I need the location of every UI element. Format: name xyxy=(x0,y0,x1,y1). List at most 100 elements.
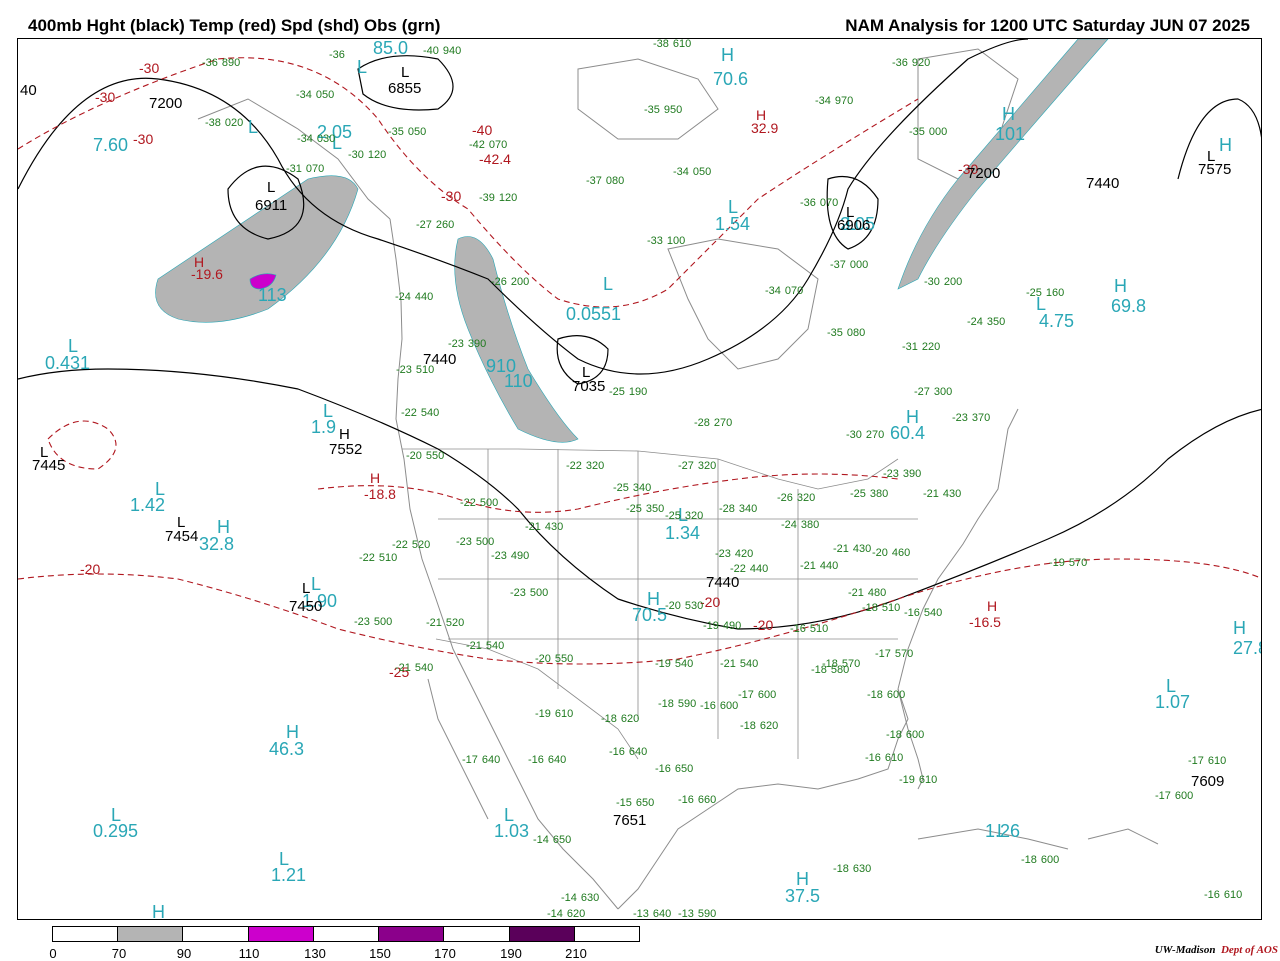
obs-temperature: -19 xyxy=(535,708,551,720)
obs-temperature: -18 xyxy=(833,863,849,875)
obs-height: 640 xyxy=(547,754,567,766)
map-center-label: H xyxy=(721,45,734,65)
station-obs: -21 520 xyxy=(426,618,464,629)
colorbar-segment xyxy=(118,927,184,941)
map-center-label: 7454 xyxy=(165,528,199,545)
obs-height: 270 xyxy=(713,417,733,429)
obs-height: 070 xyxy=(784,285,804,297)
obs-temperature: -26 xyxy=(491,276,507,288)
obs-temperature: -17 xyxy=(1155,790,1171,802)
map-center-label: 7.60 xyxy=(93,135,129,155)
map-center-label: -20 xyxy=(753,617,774,633)
obs-height: 080 xyxy=(605,175,625,187)
obs-temperature: -13 xyxy=(633,908,649,920)
obs-temperature: -30 xyxy=(348,149,364,161)
map-center-label: 7445 xyxy=(32,457,66,474)
station-obs: -23 500 xyxy=(354,617,392,628)
station-obs: -28 340 xyxy=(719,504,757,515)
colorbar-segment xyxy=(379,927,445,941)
station-obs: -23 510 xyxy=(396,365,434,376)
obs-temperature: -20 xyxy=(665,600,681,612)
obs-temperature: -16 xyxy=(790,623,806,635)
obs-temperature: -14 xyxy=(561,892,577,904)
obs-temperature: -28 xyxy=(719,503,735,515)
station-obs: -18 620 xyxy=(601,714,639,725)
obs-temperature: -21 xyxy=(426,617,442,629)
obs-height: 340 xyxy=(738,503,758,515)
obs-temperature: -18 xyxy=(740,720,756,732)
obs-temperature: -17 xyxy=(738,689,754,701)
map-center-label: 1.03 xyxy=(494,821,530,841)
obs-temperature: -21 xyxy=(833,543,849,555)
obs-temperature: -21 xyxy=(800,560,816,572)
obs-height: 540 xyxy=(485,640,505,652)
obs-height: 430 xyxy=(942,488,962,500)
station-obs: -25 320 xyxy=(665,511,703,522)
obs-height: 630 xyxy=(852,863,872,875)
obs-temperature: -42 xyxy=(469,139,485,151)
station-obs: -28 270 xyxy=(694,418,732,429)
map-center-label: -30 xyxy=(441,188,462,204)
obs-temperature: -36 xyxy=(892,57,908,69)
obs-height: 920 xyxy=(911,57,931,69)
obs-temperature: -25 xyxy=(613,482,629,494)
colorbar-segment xyxy=(313,927,380,941)
colorbar-segment xyxy=(444,927,510,941)
station-obs: -25 380 xyxy=(850,489,888,500)
obs-height: 630 xyxy=(580,892,600,904)
station-obs: -37 080 xyxy=(586,176,624,187)
obs-temperature: -21 xyxy=(395,662,411,674)
station-obs: -21 540 xyxy=(720,659,758,670)
obs-height: 520 xyxy=(411,539,431,551)
obs-height: 300 xyxy=(933,386,953,398)
obs-temperature: -27 xyxy=(678,460,694,472)
station-obs: -31 220 xyxy=(902,342,940,353)
station-obs: -36 920 xyxy=(892,58,930,69)
obs-height: 070 xyxy=(819,197,839,209)
station-obs: -19 570 xyxy=(1049,558,1087,569)
obs-temperature: -16 xyxy=(700,700,716,712)
obs-temperature: -18 xyxy=(867,689,883,701)
colorbar-segment xyxy=(53,927,119,941)
credit-institution: UW-Madison xyxy=(1154,944,1216,956)
colorbar-tick-label: 130 xyxy=(304,946,326,961)
map-center-label: 7200 xyxy=(967,165,1001,182)
analysis-time: NAM Analysis for 1200 UTC Saturday JUN 0… xyxy=(845,16,1250,35)
obs-temperature: -16 xyxy=(528,754,544,766)
obs-height: 050 xyxy=(315,89,335,101)
station-obs: -17 570 xyxy=(875,649,913,660)
obs-temperature: -36 xyxy=(202,57,218,69)
obs-temperature: -22 xyxy=(566,460,582,472)
map-center-label: 7450 xyxy=(289,598,323,615)
obs-height: 620 xyxy=(620,713,640,725)
map-center-label: 4.75 xyxy=(1039,311,1075,331)
obs-height: 080 xyxy=(846,327,866,339)
obs-height: 610 xyxy=(1223,889,1243,901)
obs-temperature: -13 xyxy=(678,908,694,920)
obs-temperature: -24 xyxy=(967,316,983,328)
station-obs: -25 160 xyxy=(1026,288,1064,299)
obs-height: 550 xyxy=(554,653,574,665)
obs-height: 890 xyxy=(221,57,241,69)
obs-height: 650 xyxy=(674,763,694,775)
station-obs: -18 630 xyxy=(833,864,871,875)
station-obs: -33 100 xyxy=(647,236,685,247)
map-center-label: H xyxy=(1114,276,1127,296)
station-obs: -13 590 xyxy=(678,909,716,920)
station-obs: -19 540 xyxy=(655,659,693,670)
map-panel: L 0.431 L 1.42 H 32.8 L 1.90 L 1.9 H 46.3 L 0.295 L 1.2… xyxy=(17,38,1262,920)
station-obs: -23 500 xyxy=(510,588,548,599)
obs-temperature: -23 xyxy=(448,338,464,350)
obs-temperature: -23 xyxy=(456,536,472,548)
map-center-label: 6906 xyxy=(837,217,871,234)
map-center-label: 85.0 xyxy=(373,38,409,58)
obs-temperature: -34 xyxy=(673,166,689,178)
station-obs: -17 600 xyxy=(738,690,776,701)
station-obs: -20 460 xyxy=(872,548,910,559)
obs-height: 660 xyxy=(697,794,717,806)
map-center-label: 6855 xyxy=(388,80,422,97)
obs-temperature: -24 xyxy=(395,291,411,303)
station-obs: -16 650 xyxy=(655,764,693,775)
obs-height: 570 xyxy=(841,658,861,670)
map-center-label: 1.21 xyxy=(271,865,307,885)
